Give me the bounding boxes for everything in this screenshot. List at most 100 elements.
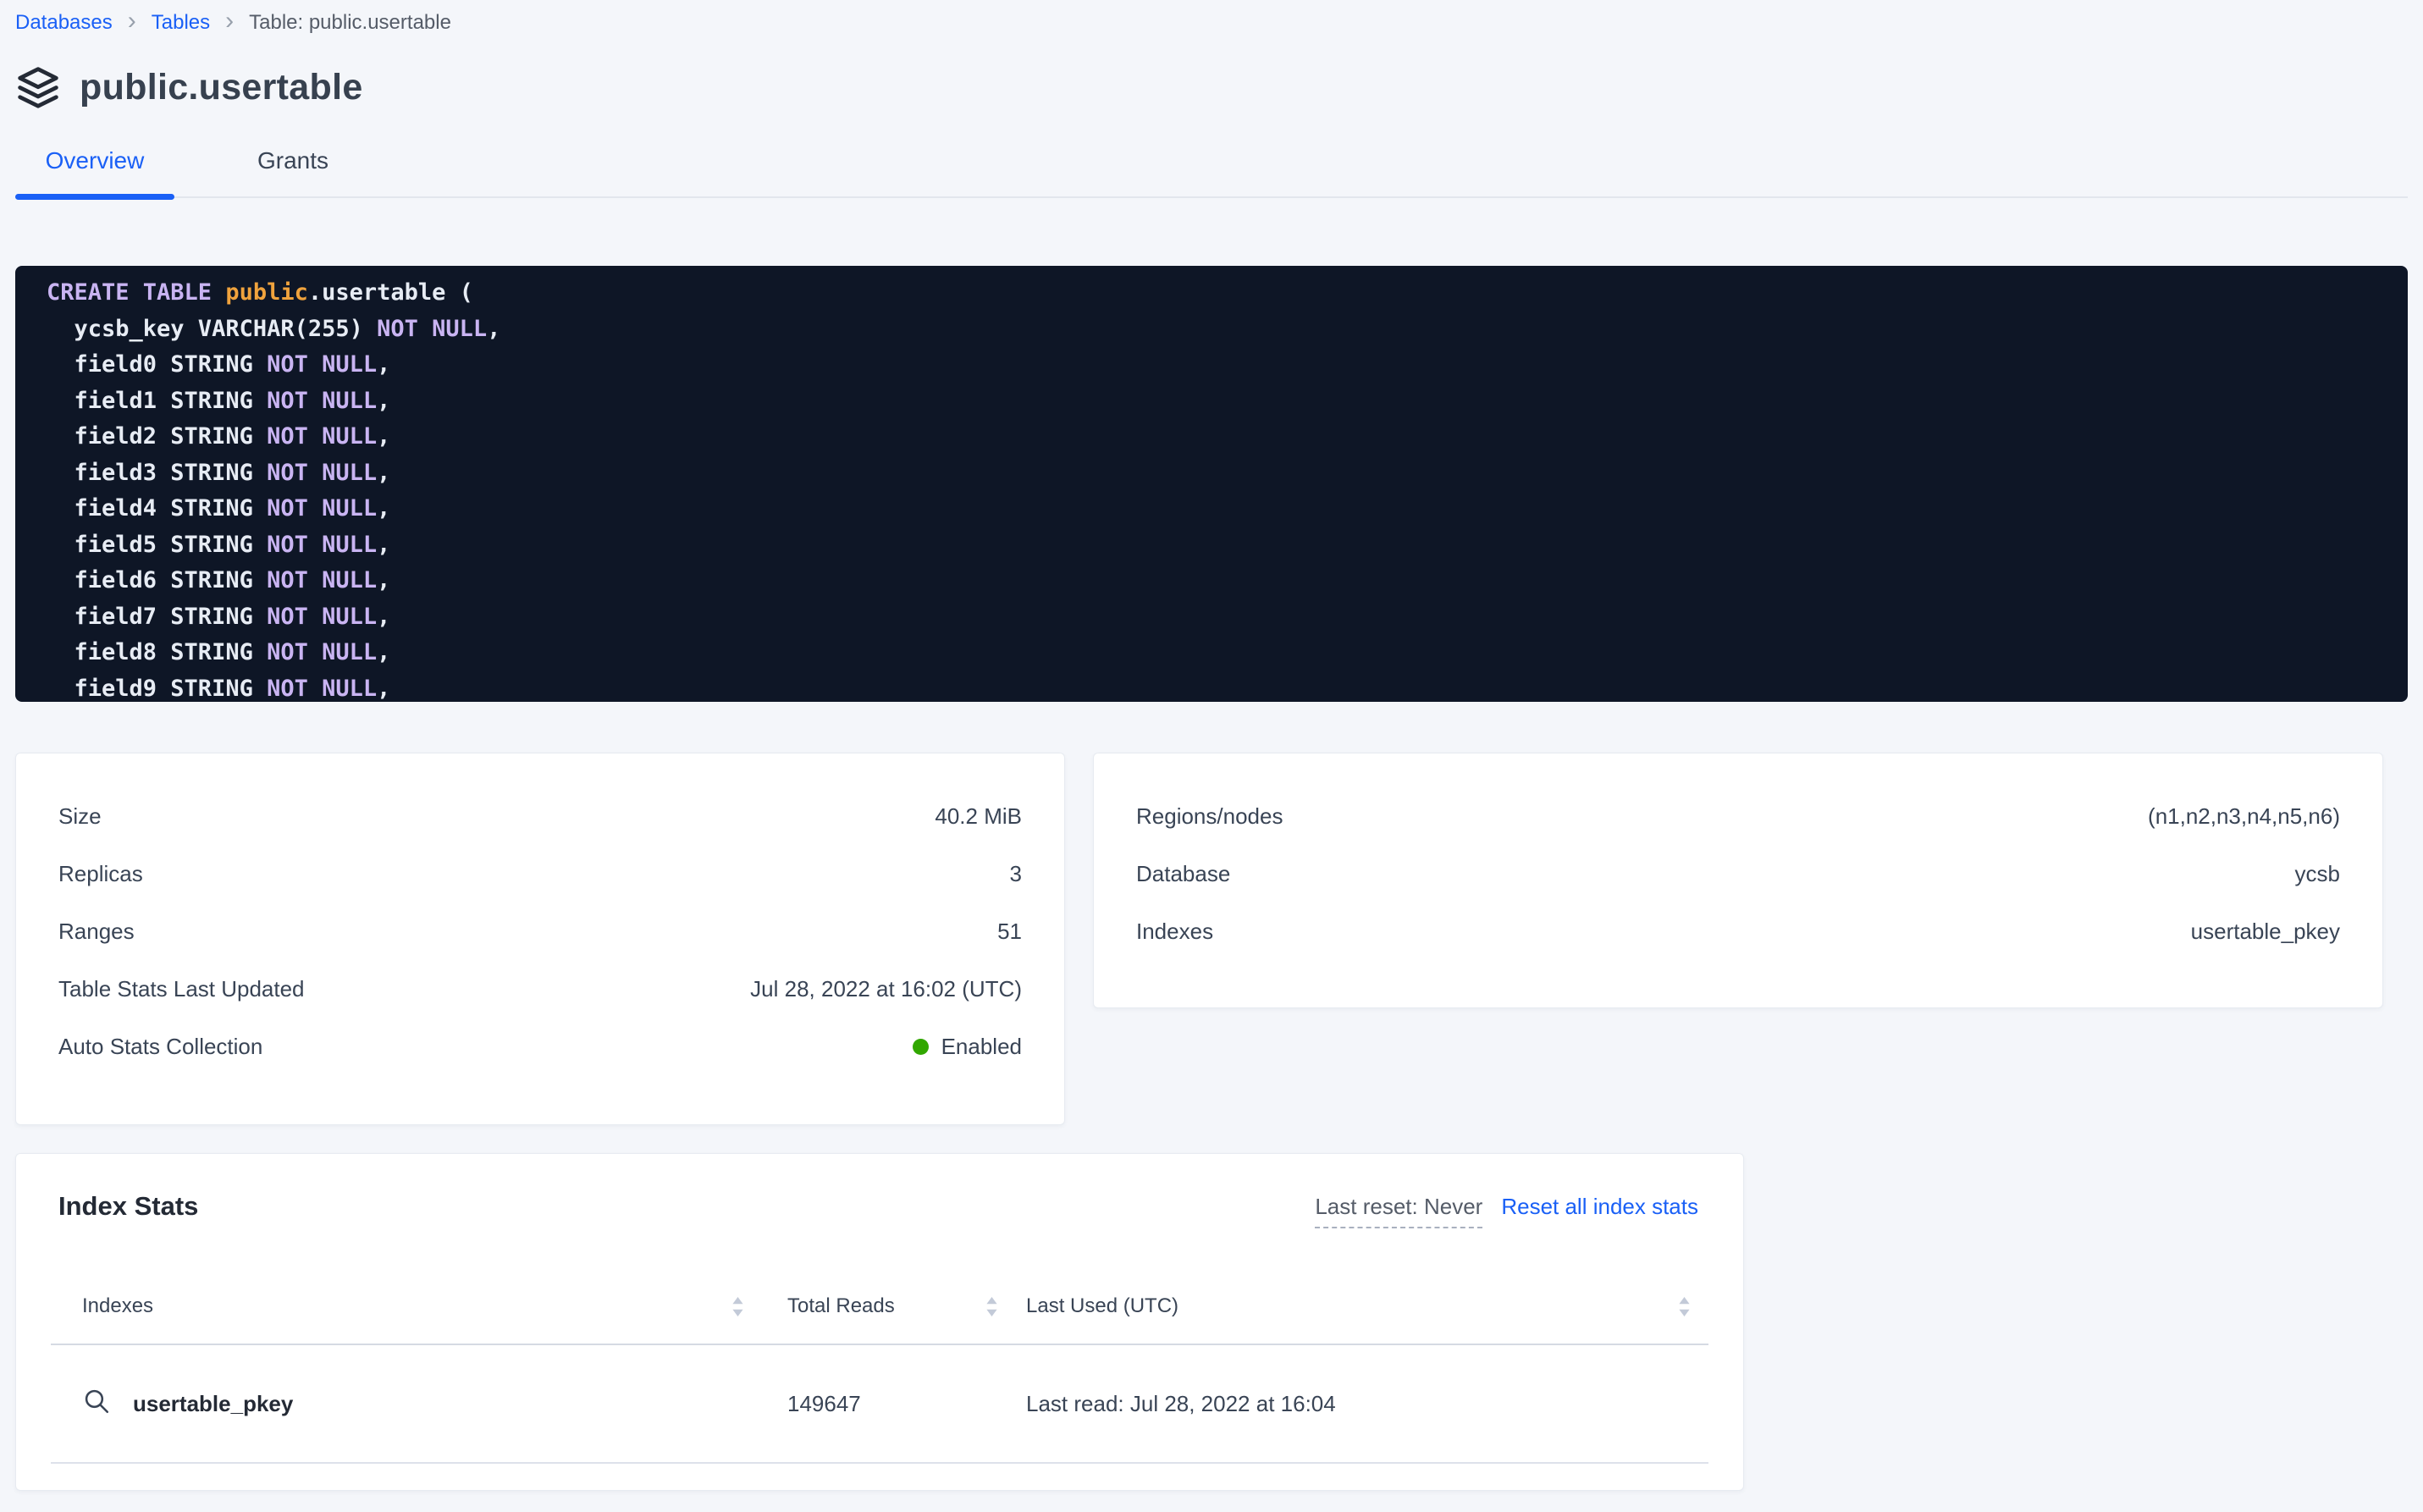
sql-code-line: field8 STRING NOT NULL, — [47, 635, 2391, 671]
stat-row: Indexesusertable_pkey — [1094, 902, 2382, 960]
stat-label: Regions/nodes — [1136, 803, 1283, 830]
breadcrumb-current: Table: public.usertable — [249, 11, 451, 35]
breadcrumb-link-databases[interactable]: Databases — [15, 11, 113, 35]
stat-value: 3 — [1010, 861, 1022, 887]
sql-token: NOT NULL — [267, 532, 377, 558]
stat-row: Size 40.2 MiB — [16, 787, 1064, 845]
stat-value-text: Jul 28, 2022 at 16:02 (UTC) — [750, 976, 1022, 1002]
index-stats-table-header: Indexes Total Reads Last Used (UTC) — [51, 1269, 1708, 1345]
reset-index-stats-link[interactable]: Reset all index stats — [1501, 1194, 1698, 1220]
sql-code-line: CREATE TABLE public.usertable ( — [47, 275, 2391, 312]
column-header-indexes[interactable]: Indexes — [51, 1294, 745, 1318]
sql-code-line: field5 STRING NOT NULL, — [47, 527, 2391, 564]
sql-code-line: field6 STRING NOT NULL, — [47, 563, 2391, 599]
sql-token: , — [377, 423, 390, 450]
index-name: usertable_pkey — [133, 1391, 293, 1417]
chevron-right-icon: › — [128, 8, 136, 34]
sql-token: , — [487, 316, 500, 342]
chevron-right-icon: › — [225, 8, 234, 34]
sql-code-line: field4 STRING NOT NULL, — [47, 491, 2391, 527]
sql-token: NOT NULL — [377, 316, 487, 342]
stat-value: ycsb — [2295, 861, 2340, 887]
sort-icon[interactable] — [731, 1295, 745, 1318]
stat-value: 40.2 MiB — [935, 803, 1022, 830]
stat-row: Database ycsb — [1094, 845, 2382, 902]
breadcrumb: Databases › Tables › Table: public.usertable — [15, 0, 2408, 36]
sql-code-line: field1 STRING NOT NULL, — [47, 384, 2391, 420]
summary-cards: Size40.2 MiBReplicas3Ranges51Table Stats… — [15, 753, 2408, 1125]
stat-value-text: ycsb — [2295, 861, 2340, 887]
sql-token: NOT NULL — [267, 460, 377, 486]
sql-code-line: field9 STRING NOT NULL, — [47, 671, 2391, 703]
sql-token: , — [377, 676, 390, 702]
sql-token: , — [377, 495, 390, 521]
breadcrumb-link-tables[interactable]: Tables — [152, 11, 210, 35]
index-stats-card: Index Stats Last reset: Never Reset all … — [15, 1153, 1744, 1491]
stat-label: Ranges — [58, 919, 135, 945]
tab-bar: Overview Grants — [15, 147, 2408, 198]
sql-code-line: field7 STRING NOT NULL, — [47, 599, 2391, 636]
stat-value-text: Enabled — [941, 1034, 1022, 1060]
sql-code-line: field0 STRING NOT NULL, — [47, 347, 2391, 384]
sql-token: field3 STRING — [47, 460, 267, 486]
status-dot — [913, 1039, 929, 1055]
column-header-last-used-utc-[interactable]: Last Used (UTC) — [999, 1294, 1708, 1318]
sql-token: , — [377, 532, 390, 558]
stat-value-text: (n1,n2,n3,n4,n5,n6) — [2148, 803, 2340, 830]
sql-token: field6 STRING — [47, 567, 267, 593]
index-name-cell[interactable]: usertable_pkey — [51, 1387, 745, 1421]
sql-token: field1 STRING — [47, 388, 267, 414]
tab-grants[interactable]: Grants — [225, 147, 361, 196]
sql-token: NOT NULL — [267, 639, 377, 665]
stat-value: 51 — [997, 919, 1022, 945]
sort-icon[interactable] — [985, 1295, 999, 1318]
stat-row: Auto Stats Collection Enabled — [16, 1018, 1064, 1075]
stat-row: Ranges 51 — [16, 902, 1064, 960]
stat-row: Table Stats Last Updated Jul 28, 2022 at … — [16, 960, 1064, 1018]
sql-token: , — [377, 460, 390, 486]
total-reads-cell: 149647 — [745, 1391, 999, 1417]
stat-value: Jul 28, 2022 at 16:02 (UTC) — [750, 976, 1022, 1002]
stat-label: Table Stats Last Updated — [58, 976, 305, 1002]
sort-icon[interactable] — [1677, 1295, 1692, 1318]
page-title: public.usertable — [80, 67, 363, 108]
stat-value-text: 3 — [1010, 861, 1022, 887]
table-details-page: Databases › Tables › Table: public.usertable… — [0, 0, 2423, 1491]
search-icon — [82, 1387, 111, 1421]
last-reset-label[interactable]: Last reset: Never — [1315, 1194, 1482, 1228]
stat-label: Size — [58, 803, 102, 830]
table-meta-card: Regions/nodes (n1,n2,n3,n4,n5,n6) Database… — [1093, 753, 2383, 1008]
sql-token: .usertable ( — [308, 279, 473, 306]
index-stats-table: Indexes Total Reads Last Used (UTC) userta… — [51, 1269, 1708, 1464]
sql-code-line: field2 STRING NOT NULL, — [47, 419, 2391, 455]
column-header-total-reads[interactable]: Total Reads — [745, 1294, 999, 1318]
column-header-label: Total Reads — [787, 1294, 895, 1318]
stat-label: Database — [1136, 861, 1230, 887]
table-stats-card: Size40.2 MiBReplicas3Ranges51Table Stats… — [15, 753, 1065, 1125]
sql-token: , — [377, 639, 390, 665]
sql-token: field2 STRING — [47, 423, 267, 450]
sql-token: , — [377, 351, 390, 378]
sql-code-line: field3 STRING NOT NULL, — [47, 455, 2391, 492]
index-stats-header: Index Stats Last reset: Never Reset all … — [16, 1154, 1743, 1228]
stat-label: Indexes — [1136, 919, 1213, 945]
sql-token: field8 STRING — [47, 639, 267, 665]
sql-token: , — [377, 604, 390, 630]
create-table-sql-block: CREATE TABLE public.usertable ( ycsb_key… — [15, 266, 2408, 702]
sql-code-line: ycsb_key VARCHAR(255) NOT NULL, — [47, 312, 2391, 348]
stat-label: Auto Stats Collection — [58, 1034, 262, 1060]
sql-token: NOT NULL — [267, 567, 377, 593]
stat-value-text: 51 — [997, 919, 1022, 945]
stat-row: Regions/nodes (n1,n2,n3,n4,n5,n6) — [1094, 787, 2382, 845]
sql-token: NOT NULL — [267, 351, 377, 378]
stat-value-text: 40.2 MiB — [935, 803, 1022, 830]
layers-icon — [15, 64, 61, 110]
tab-overview[interactable]: Overview — [15, 147, 174, 196]
sql-token: , — [377, 388, 390, 414]
column-header-label: Indexes — [82, 1294, 153, 1318]
sql-token: public — [225, 279, 308, 306]
sql-token: NOT NULL — [267, 495, 377, 521]
sql-token: NOT NULL — [267, 604, 377, 630]
stat-value: Enabled — [913, 1034, 1022, 1060]
sql-token: field5 STRING — [47, 532, 267, 558]
